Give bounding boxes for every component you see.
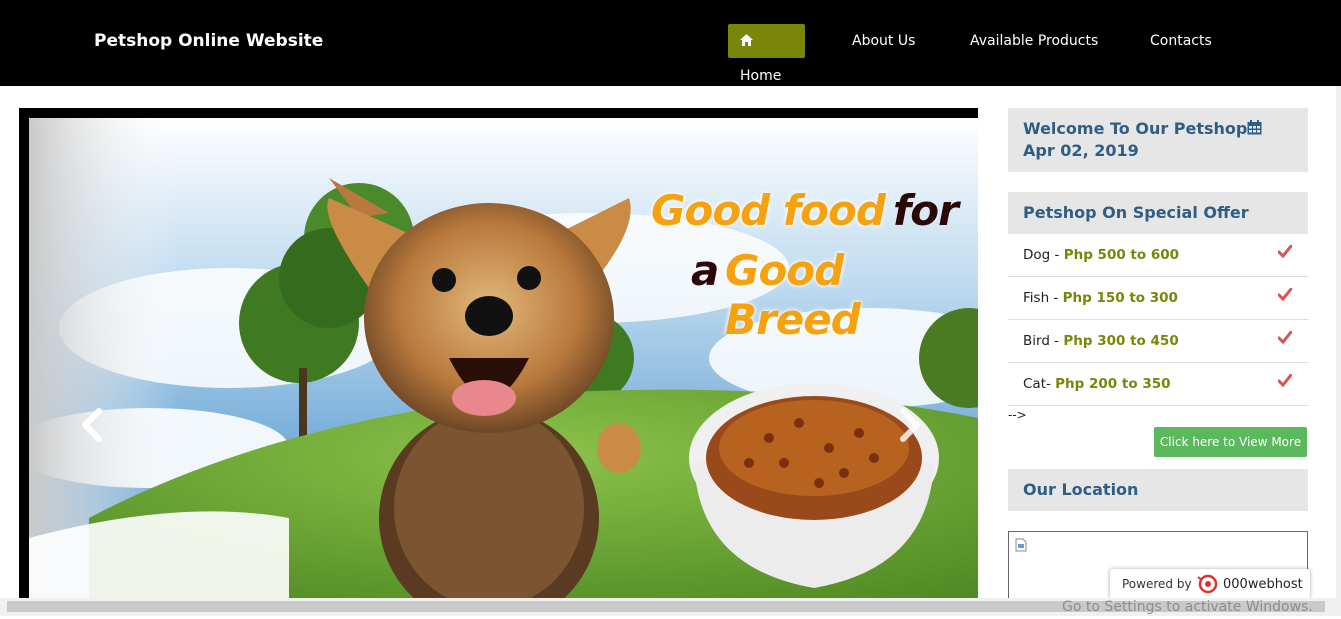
headline-good-food: Good food <box>651 186 886 235</box>
broken-image-icon <box>1015 538 1027 557</box>
stray-comment-text: --> <box>1008 408 1027 422</box>
offer-price: Php 150 to 300 <box>1062 290 1178 306</box>
offer-label: Fish - <box>1023 290 1063 306</box>
offer-title: Petshop On Special Offer <box>1023 203 1249 222</box>
carousel-next-button[interactable] <box>889 403 929 447</box>
offer-list: Dog - Php 500 to 600 Fish - Php 150 to 3… <box>1008 234 1308 406</box>
chevron-right-icon <box>900 408 920 442</box>
powered-by-text: Powered by <box>1122 577 1192 591</box>
nav-home[interactable]: Home <box>728 24 805 84</box>
view-more-button[interactable]: Click here to View More <box>1154 427 1307 457</box>
offer-label: Bird - <box>1023 333 1064 349</box>
home-icon <box>740 25 753 59</box>
nav-about-us[interactable]: About Us <box>840 24 927 58</box>
check-icon <box>1277 373 1293 391</box>
activate-windows-hint: Go to Settings to activate Windows. <box>1062 599 1313 615</box>
location-panel: Our Location <box>1008 469 1308 511</box>
nav-contacts[interactable]: Contacts <box>1138 24 1224 58</box>
offer-price: Php 200 to 350 <box>1055 376 1171 392</box>
offer-price: Php 500 to 600 <box>1063 247 1180 263</box>
list-item: Cat- Php 200 to 350 <box>1008 363 1308 406</box>
vertical-scrollbar[interactable] <box>1336 86 1341 598</box>
carousel-prev-button[interactable] <box>75 403 115 447</box>
welcome-date: Apr 02, 2019 <box>1023 141 1139 160</box>
top-navbar: Petshop Online Website Home About Us Ava… <box>0 0 1341 86</box>
calendar-icon <box>1247 119 1262 138</box>
webhost-logo-icon <box>1196 573 1220 598</box>
location-title: Our Location <box>1023 480 1139 499</box>
hero-carousel[interactable]: Good food for a Good Breed <box>29 118 978 608</box>
nav-home-label: Home <box>740 68 782 84</box>
list-item: Dog - Php 500 to 600 <box>1008 234 1308 277</box>
offer-panel: Petshop On Special Offer <box>1008 192 1308 234</box>
site-brand[interactable]: Petshop Online Website <box>94 31 323 51</box>
offer-label: Cat- <box>1023 376 1056 392</box>
list-item: Bird - Php 300 to 450 <box>1008 320 1308 363</box>
offer-label: Dog - <box>1023 247 1064 263</box>
headline-for: for <box>893 186 959 235</box>
check-icon <box>1277 244 1293 262</box>
headline-a: a <box>691 246 719 295</box>
headline-good-breed: Good Breed <box>725 246 861 344</box>
welcome-heading: Welcome To Our Petshop Apr 02, 2019 <box>1008 108 1308 172</box>
host-name: 000webhost <box>1223 577 1303 592</box>
host-badge[interactable]: Powered by 000webhost <box>1110 569 1310 599</box>
check-icon <box>1277 330 1293 348</box>
welcome-text: Welcome To Our Petshop <box>1023 119 1248 138</box>
welcome-panel: Welcome To Our Petshop Apr 02, 2019 <box>1008 108 1308 172</box>
nav-available-products[interactable]: Available Products <box>958 24 1110 58</box>
chevron-left-icon <box>82 408 102 442</box>
check-icon <box>1277 287 1293 305</box>
list-item: Fish - Php 150 to 300 <box>1008 277 1308 320</box>
offer-price: Php 300 to 450 <box>1063 333 1179 349</box>
